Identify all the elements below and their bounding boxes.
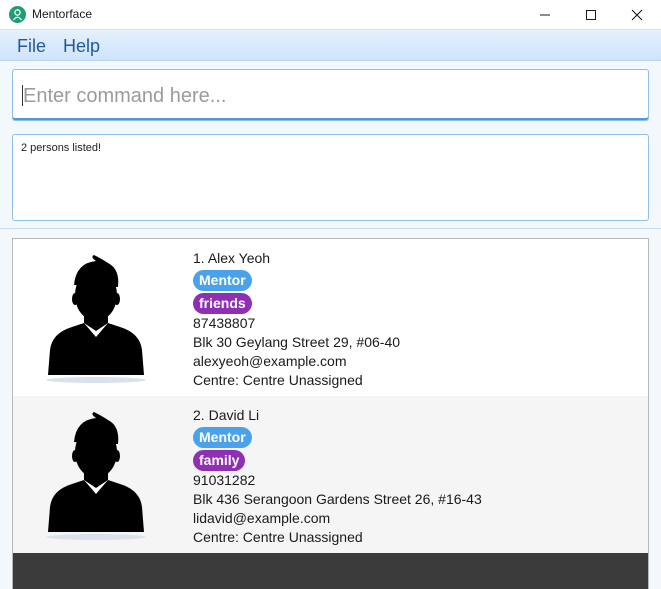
- person-email: alexyeoh@example.com: [193, 353, 347, 369]
- menu-bar: File Help: [0, 30, 661, 61]
- person-list-area: 1. Alex Yeoh Mentor friends 87438807 Blk…: [0, 229, 661, 589]
- close-icon: [631, 9, 643, 21]
- minimize-button[interactable]: [522, 0, 568, 30]
- maximize-icon: [586, 10, 596, 20]
- avatar-icon: [44, 255, 148, 383]
- person-name: David Li: [208, 407, 260, 423]
- person-address: Blk 436 Serangoon Gardens Street 26, #16…: [193, 491, 482, 507]
- mentor-tag: Mentor: [193, 270, 252, 291]
- command-area: [0, 61, 661, 128]
- command-input[interactable]: [23, 83, 623, 109]
- close-button[interactable]: [614, 0, 660, 30]
- result-display[interactable]: 2 persons listed!: [12, 134, 649, 221]
- person-tag: family: [193, 450, 246, 471]
- title-bar: Mentorface: [0, 0, 661, 30]
- person-address: Blk 30 Geylang Street 29, #06-40: [193, 334, 401, 350]
- person-centre: Centre: Centre Unassigned: [193, 372, 363, 388]
- person-name-line: 2. David Li: [193, 406, 482, 425]
- person-email: lidavid@example.com: [193, 510, 331, 526]
- mentor-tag: Mentor: [193, 427, 252, 448]
- person-name: Alex Yeoh: [207, 250, 271, 266]
- command-box[interactable]: [12, 69, 649, 121]
- person-name-line: 1. Alex Yeoh: [193, 249, 400, 268]
- menu-file[interactable]: File: [17, 36, 46, 57]
- person-phone: 91031282: [193, 472, 256, 488]
- person-list[interactable]: 1. Alex Yeoh Mentor friends 87438807 Blk…: [12, 238, 649, 589]
- avatar-icon: [44, 412, 148, 540]
- minimize-icon: [540, 14, 550, 16]
- person-centre: Centre: Centre Unassigned: [193, 529, 363, 545]
- maximize-button[interactable]: [568, 0, 614, 30]
- person-card[interactable]: 2. David Li Mentor family 91031282 Blk 4…: [13, 396, 648, 553]
- person-index: 2.: [193, 407, 205, 423]
- window-title: Mentorface: [32, 7, 93, 21]
- person-index: 1.: [193, 250, 205, 266]
- person-tag: friends: [193, 293, 252, 314]
- menu-help[interactable]: Help: [63, 36, 100, 57]
- result-message: 2 persons listed!: [21, 142, 102, 154]
- person-card[interactable]: 1. Alex Yeoh Mentor friends 87438807 Blk…: [13, 239, 648, 396]
- result-area: 2 persons listed!: [0, 128, 661, 229]
- app-logo-icon: [9, 6, 26, 23]
- person-phone: 87438807: [193, 315, 256, 331]
